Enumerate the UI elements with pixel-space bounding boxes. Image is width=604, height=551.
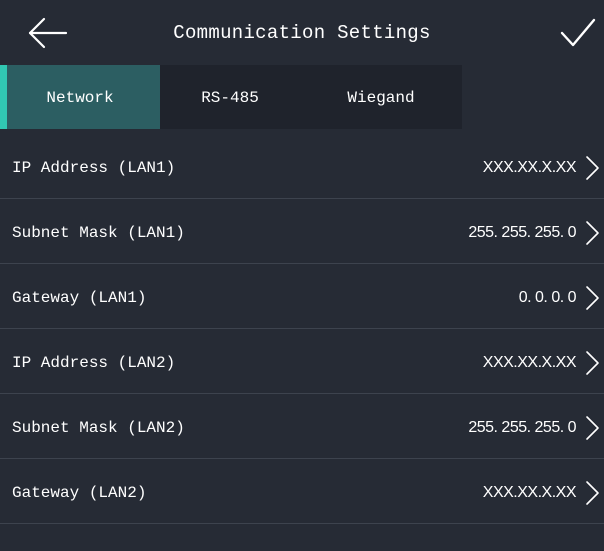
gateway-lan2-row[interactable]: Gateway (LAN2) XXX.XX.X.XX xyxy=(0,460,604,524)
row-value: XXX.XX.X.XX xyxy=(482,159,577,176)
subnet-mask-lan2-row[interactable]: Subnet Mask (LAN2) 255. 255. 255. 0 xyxy=(0,395,604,459)
row-label: Subnet Mask (LAN2) xyxy=(12,419,185,437)
row-value: 0. 0. 0. 0 xyxy=(518,289,577,306)
row-label: Gateway (LAN2) xyxy=(12,484,147,502)
chevron-right-icon xyxy=(586,286,599,310)
row-label: IP Address (LAN1) xyxy=(12,159,176,177)
row-value: XXX.XX.X.XX xyxy=(482,354,577,371)
row-label: Gateway (LAN1) xyxy=(12,289,147,307)
row-value: 255. 255. 255. 0 xyxy=(468,419,576,436)
chevron-right-icon xyxy=(586,416,599,440)
row-value: 255. 255. 255. 0 xyxy=(468,224,576,241)
tab-bar: Network RS-485 Wiegand xyxy=(0,65,604,129)
confirm-button[interactable] xyxy=(559,17,597,49)
chevron-right-icon xyxy=(586,221,599,245)
row-label: IP Address (LAN2) xyxy=(12,354,176,372)
tab-rs485-label: RS-485 xyxy=(201,89,259,107)
tab-rs485[interactable]: RS-485 xyxy=(160,65,300,129)
chevron-right-icon xyxy=(586,351,599,375)
settings-list: IP Address (LAN1) XXX.XX.X.XX Subnet Mas… xyxy=(0,135,604,525)
tab-network-label: Network xyxy=(46,89,114,107)
subnet-mask-lan1-row[interactable]: Subnet Mask (LAN1) 255. 255. 255. 0 xyxy=(0,200,604,264)
ip-address-lan2-row[interactable]: IP Address (LAN2) XXX.XX.X.XX xyxy=(0,330,604,394)
row-label: Subnet Mask (LAN1) xyxy=(12,224,185,242)
ip-address-lan1-row[interactable]: IP Address (LAN1) XXX.XX.X.XX xyxy=(0,135,604,199)
tab-network[interactable]: Network xyxy=(0,65,160,129)
checkmark-icon xyxy=(560,18,596,47)
chevron-right-icon xyxy=(586,156,599,180)
active-tab-indicator xyxy=(0,65,7,129)
tab-wiegand-label: Wiegand xyxy=(347,89,415,107)
chevron-right-icon xyxy=(586,481,599,505)
gateway-lan1-row[interactable]: Gateway (LAN1) 0. 0. 0. 0 xyxy=(0,265,604,329)
page-title: Communication Settings xyxy=(173,22,431,44)
row-value: XXX.XX.X.XX xyxy=(482,484,577,501)
header-bar: Communication Settings xyxy=(0,0,604,65)
tab-wiegand[interactable]: Wiegand xyxy=(300,65,462,129)
